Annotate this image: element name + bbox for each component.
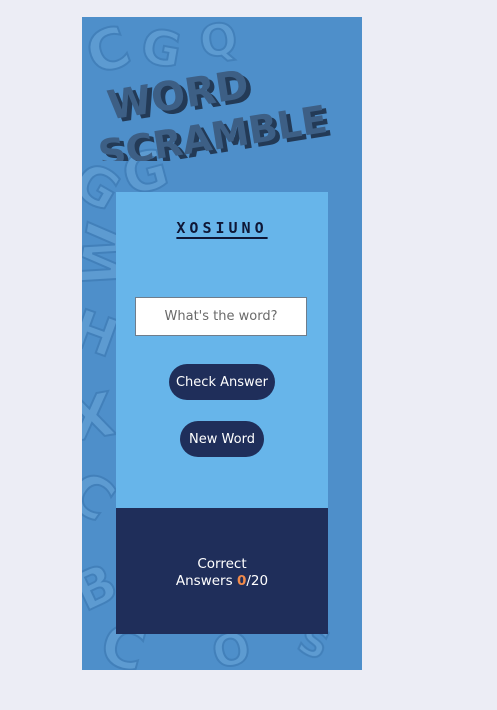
score-line2: Answers 0/20 [116,573,328,590]
score-panel: Correct Answers 0/20 [116,508,328,634]
app-screen: C G Q G G W H X C B C O S WORD WORD SCRA… [82,17,362,670]
word-scramble-logo: WORD WORD SCRAMBLE SCRAMBLE [98,62,335,161]
svg-text:SCRAMBLE: SCRAMBLE [98,97,330,161]
svg-text:G: G [137,18,186,80]
svg-text:Q: Q [196,17,240,69]
page: C G Q G G W H X C B C O S WORD WORD SCRA… [0,0,497,710]
score-label-line2: Answers [175,573,233,589]
total-count: 20 [250,573,269,589]
svg-text:WORD: WORD [109,65,257,133]
correct-count: 0 [236,573,247,589]
scrambled-word: XOSIUNO [176,219,268,237]
svg-text:C: C [82,17,139,89]
svg-text:X: X [82,380,120,457]
svg-text:WORD: WORD [104,62,252,130]
score-label-line1: Correct [197,556,247,572]
game-card: XOSIUNO Check Answer New Word [116,192,328,508]
answer-input[interactable] [135,297,307,336]
check-answer-button[interactable]: Check Answer [169,364,275,400]
new-word-button[interactable]: New Word [180,421,264,457]
svg-text:SCRAMBLE: SCRAMBLE [100,100,335,161]
